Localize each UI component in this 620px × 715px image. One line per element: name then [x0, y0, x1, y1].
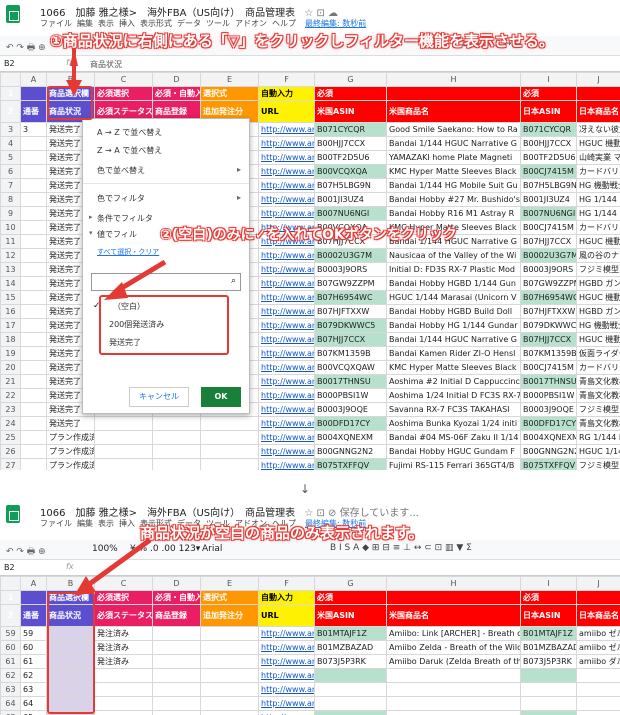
step1-annotation: ①商品状況に右側にある「▽」をクリックしフィルター機能を表示させる。 — [50, 32, 554, 50]
step2-annotation: ②(空白)のみに✓を入れてOKボタンをクリック — [160, 227, 457, 243]
arrow-shaft-3 — [82, 537, 152, 591]
transition-arrow-icon: ↓ — [300, 482, 311, 496]
arrow-tip-1 — [66, 80, 82, 96]
bottom-screenshot: 1066 加藤 雅之様> 海外FBA（US向け） 商品管理表 ☆ ⊡ ⊘ 保存し… — [0, 500, 620, 715]
step3-annotation: 商品状況が空白の商品のみ表示されます。 — [140, 524, 424, 542]
top-screenshot: 1066 加藤 雅之様> 海外FBA（US向け） 商品管理表 ☆ ⊡ ☁ ファイ… — [0, 0, 620, 470]
